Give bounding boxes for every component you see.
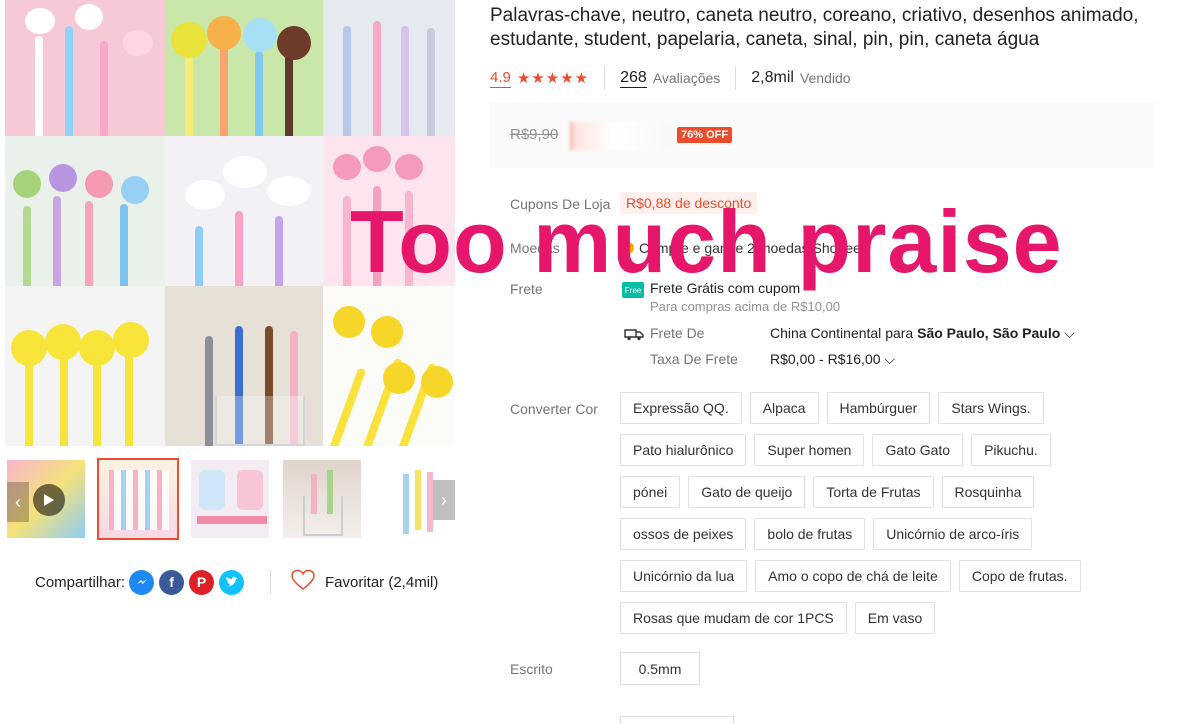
image-tile-unicorn-pens	[5, 0, 165, 136]
shipping-fee-value[interactable]: R$0,00 - R$16,00 ⌵	[770, 351, 895, 368]
image-tile-burger-pens	[165, 286, 323, 446]
thumbnail-next-arrow[interactable]: ›	[433, 480, 455, 520]
ship-from-value[interactable]: China Continental para São Paulo, São Pa…	[770, 325, 1075, 342]
thumbnail-3[interactable]	[189, 458, 271, 540]
favorite-label: Favoritar (2,4mil)	[325, 573, 439, 591]
image-tile-duck-pens	[5, 286, 165, 446]
variation-option[interactable]: ossos de peixes	[620, 518, 747, 550]
ship-destination: São Paulo, São Paulo	[917, 325, 1061, 341]
facebook-icon[interactable]: f	[159, 569, 185, 595]
variation-option[interactable]: Stars Wings.	[938, 392, 1044, 424]
chevron-down-icon: ⌵	[1064, 325, 1075, 341]
current-price-redacted	[570, 122, 670, 150]
variation-option[interactable]: Gato Gato	[872, 434, 964, 466]
variation-option[interactable]: Pato hialurônico	[620, 434, 747, 466]
thumbnail-4[interactable]	[281, 458, 363, 540]
variation-option[interactable]: bolo de frutas	[754, 518, 866, 550]
variation-options: Expressão QQ. Alpaca Hambúrguer Stars Wings…	[620, 392, 1090, 634]
variation-option[interactable]: Hambúrguer	[826, 392, 931, 424]
thumbnail-prev-arrow[interactable]: ‹	[7, 482, 29, 522]
variation-option[interactable]: Copo de frutas.	[958, 560, 1081, 592]
original-price: R$9,90	[510, 126, 559, 143]
sold-count: 2,8mil	[751, 69, 794, 86]
pinterest-icon[interactable]: P	[189, 569, 215, 595]
thumbnail-strip: ‹ ›	[5, 458, 455, 540]
thumbnail-video[interactable]: ‹	[5, 458, 87, 540]
thumbnail-2[interactable]	[97, 458, 179, 540]
variation-option[interactable]: Rosquinha	[941, 476, 1035, 508]
reviews-label: Avaliações	[652, 70, 721, 86]
sold-label: Vendido	[799, 70, 851, 86]
variation-option[interactable]: Expressão QQ.	[620, 392, 742, 424]
shipping-fee-label: Taxa De Frete	[650, 351, 738, 367]
image-tile-emoji-pens	[323, 286, 455, 446]
favorite-button[interactable]: Favoritar (2,4mil)	[290, 568, 438, 596]
ship-origin: China Continental	[770, 325, 882, 341]
truck-icon	[624, 327, 644, 345]
product-title: Palavras-chave, neutro, caneta neutro, c…	[490, 5, 1139, 50]
variation-option[interactable]: pónei	[620, 476, 681, 508]
messenger-icon[interactable]	[129, 569, 155, 595]
price-box: R$9,90 76% OFF	[490, 102, 1155, 168]
discount-badge: 76% OFF	[677, 127, 733, 143]
rating-row: 4.9 ★★★★★ 268 Avaliações 2,8mil Vendido	[490, 66, 851, 90]
divider	[735, 66, 737, 90]
star-rating-icon: ★★★★★	[516, 70, 590, 87]
ship-para: para	[885, 325, 914, 341]
variation-option[interactable]: Pikuchu.	[971, 434, 1051, 466]
variation-label: Converter Cor	[510, 401, 598, 417]
image-tile-pony-pens	[165, 136, 323, 286]
variation-option[interactable]: Super homen	[754, 434, 865, 466]
chevron-down-icon: ⌵	[884, 351, 896, 367]
overlay-watermark: Too much praise	[350, 192, 1063, 291]
variation-option[interactable]: Em vaso	[854, 602, 936, 634]
variation-option[interactable]: Amo o copo de chá de leite	[755, 560, 951, 592]
share-label: Compartilhar:	[35, 573, 126, 591]
free-shipping-condition: Para compras acima de R$10,00	[650, 299, 841, 314]
image-tile-donut-pens	[165, 0, 323, 136]
share-row: Compartilhar: f P	[35, 568, 245, 596]
variation-option[interactable]: Unicórnio da lua	[620, 560, 748, 592]
variation-option[interactable]: Rosas que mudam de cor 1PCS	[620, 602, 847, 634]
play-icon[interactable]	[33, 484, 65, 516]
rating-value[interactable]: 4.9	[490, 69, 511, 88]
heart-icon[interactable]	[290, 569, 316, 595]
variation-option[interactable]: Unicórnio de arco-íris	[873, 518, 1033, 550]
size-label: Escrito	[510, 661, 553, 677]
ship-from-label: Frete De	[650, 325, 705, 341]
quantity-stepper[interactable]	[620, 716, 734, 724]
image-tile-alpaca-pens	[5, 136, 165, 286]
variation-option[interactable]: Torta de Frutas	[813, 476, 934, 508]
share-divider	[270, 570, 271, 594]
variation-option[interactable]: Alpaca	[749, 392, 819, 424]
twitter-icon[interactable]	[219, 569, 245, 595]
image-tile-fishbone-pens	[323, 0, 455, 136]
size-option[interactable]: 0.5mm	[620, 652, 700, 685]
reviews-count[interactable]: 268	[620, 69, 647, 88]
shipping-fee-amount: R$0,00 - R$16,00	[770, 351, 881, 367]
variation-option[interactable]: Gato de queijo	[688, 476, 806, 508]
divider	[604, 66, 606, 90]
